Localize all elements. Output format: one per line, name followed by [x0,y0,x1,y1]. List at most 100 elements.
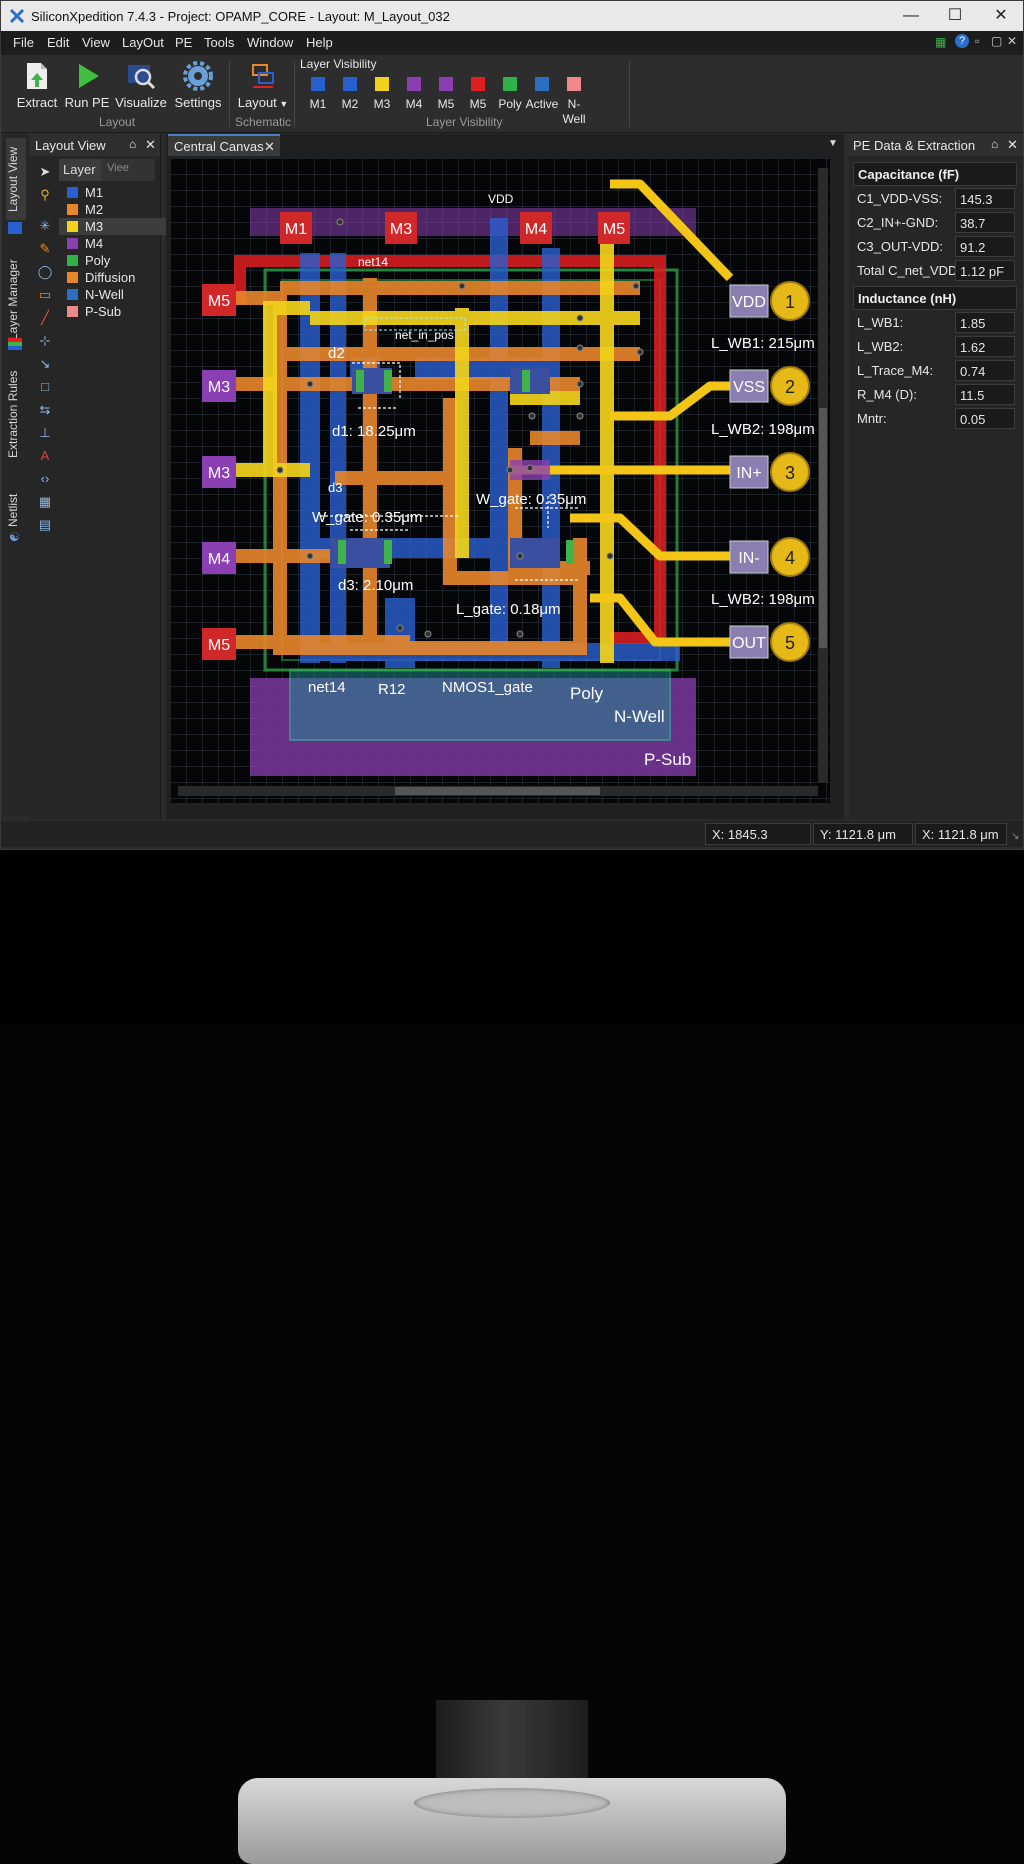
close-button[interactable]: ✕ [981,4,1021,28]
panel-close-icon[interactable]: ✕ [1007,137,1018,153]
layer-item-m3[interactable]: M3 [59,218,179,235]
toolbar-restore-icon[interactable]: ▢ [991,34,1002,48]
canvas-tab-close-icon[interactable]: ✕ [264,139,275,155]
status-x-coordinate: X: 1845.3 [705,823,811,845]
restore-icon[interactable]: ▫ [975,34,979,48]
visibility-toggle-m3[interactable]: M3 [365,77,399,111]
menu-layout[interactable]: LayOut [122,35,164,50]
layer-item-n-well[interactable]: N-Well [59,286,179,303]
play-icon [79,64,99,88]
visibility-toggle-m2[interactable]: M2 [333,77,367,111]
menu-view[interactable]: View [82,35,110,50]
tab-layer-manager[interactable]: Layer Manager [6,250,26,350]
pin-2-number: 2 [785,377,795,397]
zoom-icon[interactable]: ⚲ [37,187,53,203]
menu-edit[interactable]: Edit [47,35,69,50]
ind-value-field[interactable]: 11.5 [955,384,1015,405]
menu-pe[interactable]: PE [175,35,192,50]
eraser-icon[interactable]: ▭ [37,287,53,303]
pin-icon[interactable]: ⌂ [991,137,998,151]
ind-value-field[interactable]: 1.62 [955,336,1015,357]
line-icon[interactable]: ╱ [37,310,53,326]
schematic-layout-button[interactable]: Layout ▼ [235,61,291,110]
menu-help[interactable]: Help [306,35,333,50]
cap-row: Total C_net_VDD: 1.12 pF [853,260,1017,282]
cap-key: C3_OUT-VDD: [857,239,943,254]
layer-color-swatch [67,221,78,232]
layer-item-m2[interactable]: M2 [59,201,179,218]
layer-item-poly[interactable]: Poly [59,252,179,269]
layer-color-swatch [67,289,78,300]
visualize-button[interactable]: Visualize [113,61,169,110]
net14-top-label: net14 [358,255,388,269]
layout-view-header: Layout View ⌂ ✕ [29,134,160,156]
left-box-m3-2-label: M3 [208,465,230,482]
pe-data-panel: PE Data & Extraction ⌂ ✕ Capacitance (fF… [849,134,1023,819]
visibility-toggle-m5[interactable]: M5 [461,77,495,111]
help-icon[interactable]: ? [955,34,969,48]
ind-value-field[interactable]: 0.74 [955,360,1015,381]
tab-layer[interactable]: Layer [59,159,101,181]
cap-value-field[interactable]: 91.2 [955,236,1015,257]
layer-item-m1[interactable]: M1 [59,184,179,201]
menu-window[interactable]: Window [247,35,293,50]
connect-icon[interactable]: ⊹ [37,333,53,349]
resize-grip-icon[interactable]: ↘ [1011,831,1019,842]
pin-icon[interactable]: ⌂ [129,137,136,151]
run-pe-button[interactable]: Run PE [63,61,111,110]
left-box-m3-1-label: M3 [208,379,230,396]
layer-color-swatch [567,77,581,91]
horizontal-scroll-thumb[interactable] [395,787,600,795]
visibility-toggle-m4[interactable]: M4 [397,77,431,111]
pe-data-title: PE Data & Extraction [853,138,976,153]
visibility-toggle-label: M4 [405,97,423,111]
tab-dropdown-icon[interactable]: ▼ [828,138,838,149]
lasso-icon[interactable]: ◯ [37,264,53,280]
layout-drawing[interactable]: M1 M3 M4 M5 M5 M3 M3 M4 M5 VDD 1 VSS 2 I… [170,158,830,803]
move-icon[interactable]: ⇆ [37,402,53,418]
visibility-toggle-m1[interactable]: M1 [301,77,335,111]
rectangle-icon[interactable]: □ [37,379,53,395]
hierarchy-icon[interactable]: ▦ [37,494,53,510]
tab-extraction-rules[interactable]: Extraction Rules [6,366,26,462]
tab-netlist[interactable]: Netlist [6,488,26,532]
cap-value-field[interactable]: 1.12 pF [955,260,1015,281]
visibility-toggle-n-well[interactable]: N-Well [557,77,591,126]
settings-button[interactable]: Settings [171,61,225,110]
pencil-icon[interactable]: ✎ [37,241,53,257]
table-icon[interactable]: ▤ [37,517,53,533]
layer-item-diffusion[interactable]: Diffusion [59,269,179,286]
menu-file[interactable]: File [13,35,34,50]
tab-central-canvas[interactable]: Central Canvas ✕ [168,134,280,156]
text-icon[interactable]: A [37,448,53,464]
minimize-button[interactable]: — [891,4,931,28]
vertical-scroll-thumb[interactable] [819,408,827,648]
panel-close-icon[interactable]: ✕ [145,137,156,153]
visibility-toggle-poly[interactable]: Poly [493,77,527,111]
cap-value-field[interactable]: 145.3 [955,188,1015,209]
menu-tools[interactable]: Tools [204,35,234,50]
align-icon[interactable]: ⊥ [37,425,53,441]
visibility-toggle-m5[interactable]: M5 [429,77,463,111]
layout-canvas[interactable]: M1 M3 M4 M5 M5 M3 M3 M4 M5 VDD 1 VSS 2 I… [170,158,830,803]
toolbar-close-icon[interactable]: ✕ [1007,34,1017,48]
layer-item-m4[interactable]: M4 [59,235,179,252]
snap-icon[interactable]: ✳ [37,218,53,234]
extract-button[interactable]: Extract [13,61,61,110]
layer-color-swatch [67,272,78,283]
maximize-button[interactable]: ☐ [935,4,975,28]
tab-layout-view[interactable]: Layout View [6,138,26,220]
pin-5-number: 5 [785,633,795,653]
ind-value-field[interactable]: 0.05 [955,408,1015,429]
visibility-toggle-label: Active [525,97,559,111]
select-arrow-icon[interactable]: ➤ [37,164,53,180]
layer-item-p-sub[interactable]: P-Sub [59,303,179,320]
ind-value-field[interactable]: 1.85 [955,312,1015,333]
cap-value-field[interactable]: 38.7 [955,212,1015,233]
tab-view[interactable]: Viее [107,162,129,174]
measure-icon[interactable]: ↘ [37,356,53,372]
grid-icon[interactable]: ▦ [935,35,946,49]
code-icon[interactable]: ‹› [37,471,53,487]
visibility-toggle-label: M5 [437,97,455,111]
visibility-toggle-active[interactable]: Active [525,77,559,111]
